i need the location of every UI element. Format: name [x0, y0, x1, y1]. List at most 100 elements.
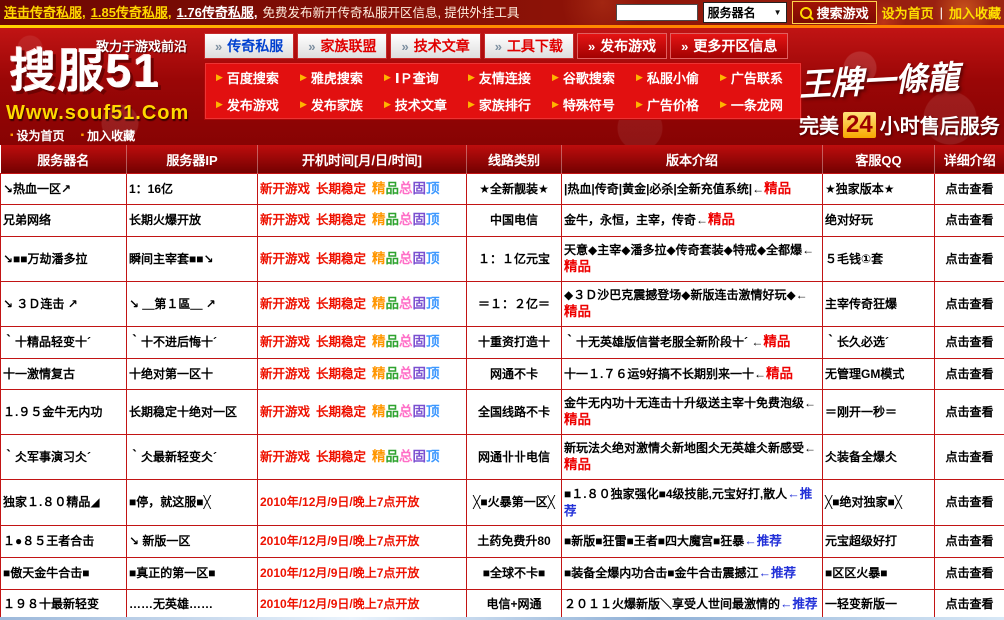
detail-link[interactable]: 点击查看	[945, 534, 993, 548]
service-qq-cell: ｀长久必选´	[823, 327, 935, 359]
add-favorite-link[interactable]: 加入收藏	[949, 3, 1001, 22]
service-qq-cell: 仌装备全爆仌	[823, 435, 935, 480]
bullet-icon: ▪	[10, 130, 14, 141]
server-ip-cell: ■真正的第一区■	[127, 558, 258, 590]
nav-tab-6[interactable]: »更多开区信息	[670, 33, 788, 59]
server-name-cell[interactable]: １●８５王者合击	[1, 526, 127, 558]
server-name-cell[interactable]: 十一激情复古	[1, 359, 127, 390]
submenu-item[interactable]: ▶技术文章	[377, 95, 461, 114]
service-qq-cell: 一轻变新版一	[823, 590, 935, 619]
server-name-cell[interactable]: ↘热血一区↗	[1, 174, 127, 205]
submenu-item[interactable]: ▶特殊符号	[545, 95, 629, 114]
table-header-cell: 客服QQ	[823, 145, 935, 174]
line-type-cell: 网通不卡	[467, 359, 562, 390]
submenu-item[interactable]: ▶雅虎搜索	[293, 68, 377, 87]
submenu-item-label: 特殊符号	[563, 95, 615, 114]
submenu-item[interactable]: ▶友情连接	[461, 68, 545, 87]
detail-link[interactable]: 点击查看	[945, 597, 993, 611]
submenu-item[interactable]: ▶ⅠＰ查询	[377, 68, 461, 87]
server-name-cell[interactable]: 兄弟网络	[1, 205, 127, 237]
detail-cell: 点击查看	[935, 390, 1004, 435]
server-table: 服务器名服务器IP开机时间[月/日/时间]线路类别版本介绍客服QQ详细介绍 ↘热…	[0, 145, 1004, 619]
server-name-cell[interactable]: １.９５金牛无内功	[1, 390, 127, 435]
nav-tab-label: 传奇私服	[227, 36, 283, 56]
submenu-item[interactable]: ▶家族排行	[461, 95, 545, 114]
detail-cell: 点击查看	[935, 282, 1004, 327]
badge-rainbow-char: 精	[372, 212, 386, 227]
submenu-item[interactable]: ▶私服小偷	[629, 68, 713, 87]
badge-rainbow-char: 顶	[426, 251, 440, 266]
detail-link[interactable]: 点击查看	[945, 182, 993, 196]
version-intro-cell: 金牛，永恒，主宰，传奇←精品	[562, 205, 823, 237]
nav-tab-3[interactable]: »技术文章	[390, 33, 480, 59]
badge-rainbow-char: 固	[413, 449, 427, 464]
bullet-icon: ▪	[81, 130, 85, 141]
submenu-item[interactable]: ▶一条龙网	[713, 95, 797, 114]
detail-link[interactable]: 点击查看	[945, 335, 993, 349]
submenu-item-label: 技术文章	[395, 95, 447, 114]
version-intro-cell: 十一１.７６运9好搞不长期别来一十←精品	[562, 359, 823, 390]
submenu-item-label: 一条龙网	[731, 95, 783, 114]
promo-banner: 王牌一條龍 完美 24 小时售后服务	[795, 28, 1004, 145]
service-qq-cell: ■区区火暴■	[823, 558, 935, 590]
nav-tab-label: 更多开区信息	[693, 36, 777, 56]
marquee-link[interactable]: 连击传奇私服,	[4, 5, 86, 20]
intro-text: 金牛无内功十无连击十升级送主宰十免费泡级←	[564, 396, 816, 410]
detail-link[interactable]: 点击查看	[945, 367, 993, 381]
search-type-select[interactable]: 服务器名 ▼	[703, 2, 787, 23]
line-type-cell: 十重资打造十	[467, 327, 562, 359]
server-name-cell[interactable]: 独家１.８０精品◢	[1, 480, 127, 526]
search-input[interactable]	[616, 4, 698, 21]
server-name-cell[interactable]: ↘■■万劫潘多拉	[1, 237, 127, 282]
nav-tab-4[interactable]: »工具下载	[484, 33, 574, 59]
detail-link[interactable]: 点击查看	[945, 405, 993, 419]
server-name-cell[interactable]: ｀仌军事演习仌´	[1, 435, 127, 480]
badge-rainbow-char: 固	[413, 296, 427, 311]
badge-stable: 长期稳定	[316, 405, 366, 419]
server-name-cell[interactable]: ↘ ３Ｄ连击 ↗	[1, 282, 127, 327]
chevrons-icon: »	[308, 39, 315, 54]
marquee-link[interactable]: 1.85传奇私服,	[91, 5, 172, 20]
open-time-cell: 2010年/12月/9日/晚上7点开放	[258, 558, 467, 590]
submenu-item[interactable]: ▶百度搜索	[209, 68, 293, 87]
server-name-cell[interactable]: １９８十最新轻变	[1, 590, 127, 619]
search-button[interactable]: 搜索游戏	[792, 1, 877, 24]
detail-link[interactable]: 点击查看	[945, 252, 993, 266]
logo-add-favorite-link[interactable]: ▪ 加入收藏	[81, 127, 136, 144]
banner-24-badge: 24	[843, 112, 876, 138]
detail-cell: 点击查看	[935, 590, 1004, 619]
logo-set-home-link[interactable]: ▪ 设为首页	[10, 127, 65, 144]
detail-link[interactable]: 点击查看	[945, 297, 993, 311]
badge-new: 新开游戏	[260, 405, 310, 419]
server-ip-cell: 长期稳定十绝对一区	[127, 390, 258, 435]
submenu-item[interactable]: ▶发布游戏	[209, 95, 293, 114]
site-logo[interactable]: 搜服51	[10, 46, 161, 97]
submenu-item[interactable]: ▶广告联系	[713, 68, 797, 87]
service-qq-cell: ５毛钱①套	[823, 237, 935, 282]
badge-rainbow-char: 总	[399, 334, 413, 349]
submenu-item-label: 友情连接	[479, 68, 531, 87]
submenu-item[interactable]: ▶广告价格	[629, 95, 713, 114]
table-row: ■傲天金牛合击■■真正的第一区■2010年/12月/9日/晚上7点开放■全球不卡…	[1, 558, 1004, 590]
submenu-item-label: 雅虎搜索	[311, 68, 363, 87]
server-name-cell[interactable]: ｀十精品轻变十´	[1, 327, 127, 359]
service-qq-cell: 绝对好玩	[823, 205, 935, 237]
detail-link[interactable]: 点击查看	[945, 566, 993, 580]
submenu-item[interactable]: ▶谷歌搜索	[545, 68, 629, 87]
detail-link[interactable]: 点击查看	[945, 450, 993, 464]
marquee-link[interactable]: 1.76传奇私服,	[177, 5, 258, 20]
open-time-cell: 新开游戏长期稳定精品总固顶	[258, 174, 467, 205]
badge-rainbow-char: 总	[399, 449, 413, 464]
nav-tab-5[interactable]: »发布游戏	[577, 33, 667, 59]
detail-link[interactable]: 点击查看	[945, 495, 993, 509]
submenu-item[interactable]: ▶发布家族	[293, 95, 377, 114]
detail-link[interactable]: 点击查看	[945, 213, 993, 227]
badge-rainbow-char: 精	[372, 449, 386, 464]
nav-tab-label: 技术文章	[414, 36, 470, 56]
nav-tab-2[interactable]: »家族联盟	[297, 33, 387, 59]
badge-rainbow-char: 品	[386, 334, 400, 349]
server-name-cell[interactable]: ■傲天金牛合击■	[1, 558, 127, 590]
line-type-cell: 电信+网通	[467, 590, 562, 619]
nav-tab-1[interactable]: »传奇私服	[204, 33, 294, 59]
set-home-link[interactable]: 设为首页	[882, 3, 934, 22]
